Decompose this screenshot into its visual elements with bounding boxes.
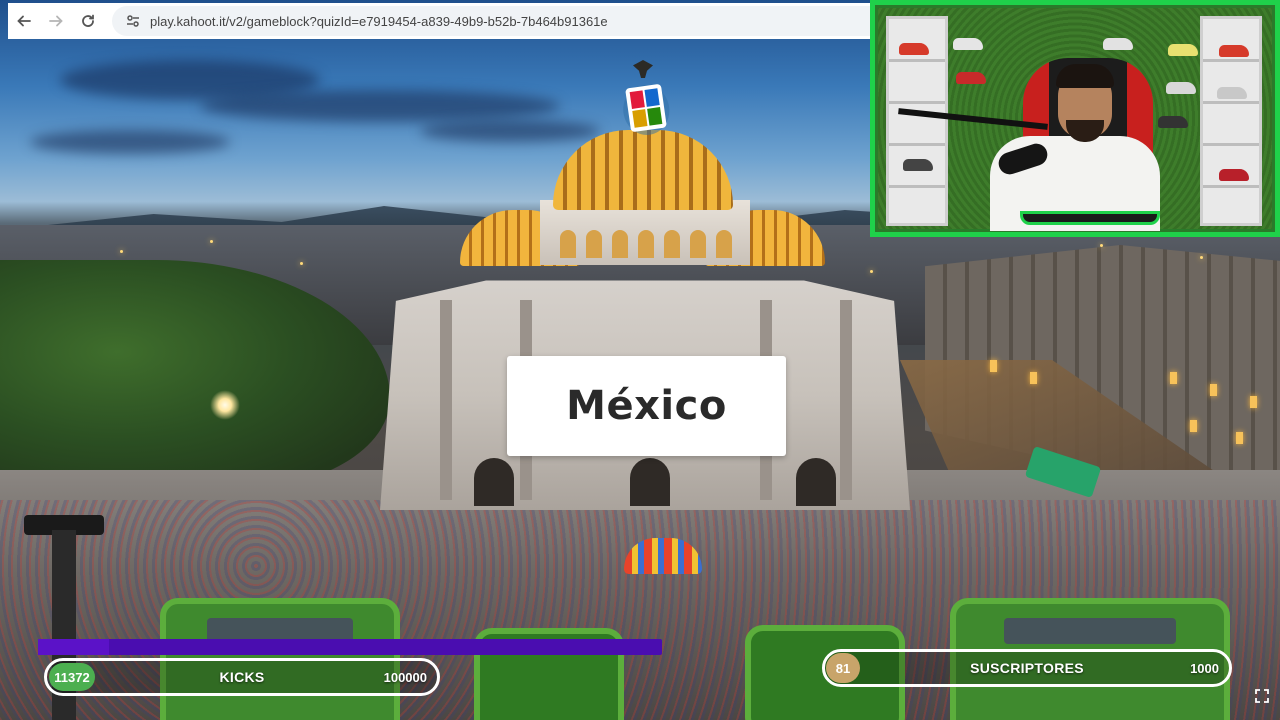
subscribers-counter: 81 SUSCRIPTORES 1000 <box>822 649 1232 687</box>
fullscreen-button[interactable] <box>1252 686 1272 706</box>
kicks-progress-fill <box>38 639 109 655</box>
back-button[interactable] <box>8 5 40 37</box>
browser-toolbar: play.kahoot.it/v2/gameblock?quizId=e7919… <box>8 3 870 39</box>
tune-icon <box>127 15 139 27</box>
reload-icon <box>82 14 94 27</box>
subscribers-goal: 1000 <box>1190 660 1219 676</box>
kahoot-logo-icon <box>623 84 670 135</box>
site-info-button[interactable] <box>122 10 144 32</box>
arrow-left-icon <box>17 15 31 27</box>
address-bar[interactable]: play.kahoot.it/v2/gameblock?quizId=e7919… <box>112 6 870 36</box>
answer-text: México <box>566 383 727 429</box>
answer-card: México <box>507 356 786 456</box>
subscribers-label: SUSCRIPTORES <box>970 660 1084 676</box>
arrow-right-icon <box>49 15 63 27</box>
reload-button[interactable] <box>72 5 104 37</box>
kicks-counter: 11372 KICKS 100000 <box>44 658 440 696</box>
forward-button[interactable] <box>40 5 72 37</box>
fullscreen-icon <box>1255 689 1269 703</box>
webcam-overlay <box>870 0 1280 237</box>
kicks-label: KICKS <box>219 669 265 685</box>
webcam-feed <box>878 8 1272 231</box>
url-text[interactable]: play.kahoot.it/v2/gameblock?quizId=e7919… <box>150 14 608 29</box>
kicks-progress-track <box>38 639 662 655</box>
kicks-goal: 100000 <box>383 669 427 685</box>
